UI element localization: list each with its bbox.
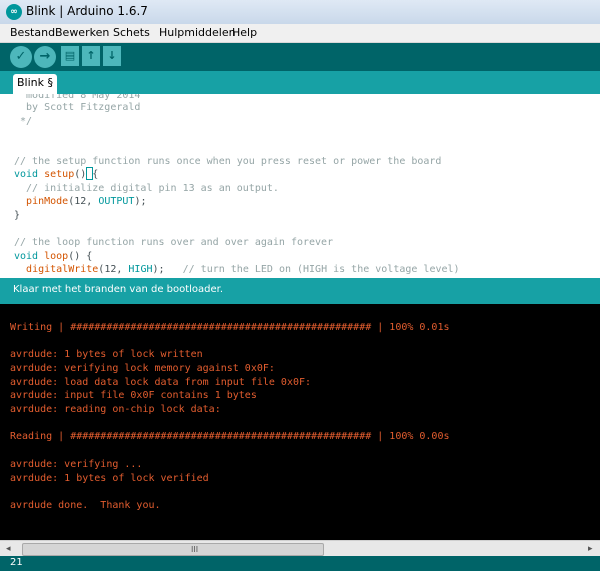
- save-button[interactable]: ↓: [103, 46, 121, 66]
- tab-bar: Blink §: [0, 71, 600, 94]
- code-line: digitalWrite(12, HIGH); // turn the LED …: [14, 263, 460, 276]
- code-function: digitalWrite: [26, 264, 99, 275]
- menu-help[interactable]: Help: [232, 26, 257, 39]
- console-line: avrdude: reading on-chip lock data:: [10, 404, 221, 415]
- upload-icon: →: [39, 49, 51, 64]
- open-button[interactable]: ↑: [82, 46, 100, 66]
- new-icon: ▤: [64, 49, 76, 62]
- new-button[interactable]: ▤: [61, 46, 79, 66]
- window-titlebar: ∞ Blink | Arduino 1.6.7: [0, 0, 600, 24]
- console-line: Writing | ##############################…: [10, 322, 450, 333]
- console-line: avrdude: verifying ...: [10, 459, 143, 470]
- menu-schets[interactable]: Schets: [113, 26, 150, 39]
- open-icon: ↑: [86, 49, 96, 62]
- save-icon: ↓: [107, 49, 117, 62]
- console-output[interactable]: Writing | ##############################…: [0, 304, 600, 540]
- code-function: setup: [44, 169, 75, 180]
- code-text: (12,: [98, 264, 129, 275]
- scrollbar-thumb[interactable]: III: [22, 543, 324, 556]
- code-function: loop: [44, 251, 69, 262]
- console-line: avrdude: 1 bytes of lock verified: [10, 473, 209, 484]
- footer-bar: 21: [0, 556, 600, 571]
- console-line: avrdude: verifying lock memory against 0…: [10, 363, 275, 374]
- upload-button[interactable]: →: [34, 46, 56, 68]
- code-line: // the loop function runs over and over …: [14, 237, 334, 248]
- code-text: );: [134, 196, 147, 207]
- code-line: // initialize digital pin 13 as an outpu…: [14, 183, 279, 194]
- code-text: );: [152, 264, 183, 275]
- status-bar: Klaar met het branden van de bootloader.: [0, 278, 600, 304]
- verify-button[interactable]: ✓: [10, 46, 32, 68]
- console-line: avrdude: load data lock data from input …: [10, 377, 312, 388]
- console-line: avrdude: 1 bytes of lock written: [10, 349, 203, 360]
- tab-blink[interactable]: Blink §: [13, 74, 57, 94]
- code-line: by Scott Fitzgerald: [14, 102, 141, 113]
- code-line: // the setup function runs once when you…: [14, 156, 442, 167]
- scrollbar-grip-icon: III: [191, 545, 199, 554]
- window-title: Blink | Arduino 1.6.7: [26, 4, 148, 18]
- scroll-left-icon[interactable]: ◂: [6, 544, 11, 554]
- line-number: 21: [10, 557, 23, 568]
- code-keyword: void: [14, 169, 39, 180]
- verify-icon: ✓: [15, 49, 27, 64]
- text-cursor: [86, 167, 93, 180]
- code-line: */: [14, 116, 33, 127]
- code-line: pinMode(12, OUTPUT);: [14, 195, 146, 208]
- console-line: avrdude: input file 0x0F contains 1 byte…: [10, 390, 257, 401]
- code-line: void loop() {: [14, 250, 92, 263]
- console-line: Reading | ##############################…: [10, 431, 450, 442]
- arduino-logo-icon: ∞: [6, 4, 22, 20]
- code-editor[interactable]: modified 8 May 2014 by Scott Fitzgerald …: [0, 94, 600, 278]
- code-comment: // turn the LED on (HIGH is the voltage …: [182, 264, 460, 275]
- toolbar: ✓ → ▤ ↑ ↓: [0, 43, 600, 71]
- status-message: Klaar met het branden van de bootloader.: [13, 284, 224, 295]
- menu-hulpmiddelen[interactable]: Hulpmiddelen: [159, 26, 236, 39]
- console-line: avrdude done. Thank you.: [10, 500, 161, 511]
- code-keyword: void: [14, 251, 39, 262]
- code-constant: HIGH: [128, 264, 153, 275]
- code-line: }: [14, 210, 21, 221]
- horizontal-scrollbar[interactable]: ◂ III ▸: [0, 540, 600, 557]
- code-text: (12,: [68, 196, 99, 207]
- code-function: pinMode: [26, 196, 69, 207]
- code-text: () {: [68, 251, 93, 262]
- menu-bestand[interactable]: Bestand: [10, 26, 55, 39]
- code-constant: OUTPUT: [98, 196, 135, 207]
- menu-bewerken[interactable]: Bewerken: [55, 26, 109, 39]
- scroll-right-icon[interactable]: ▸: [588, 544, 593, 554]
- menu-bar: Bestand Bewerken Schets Hulpmiddelen Hel…: [0, 24, 600, 43]
